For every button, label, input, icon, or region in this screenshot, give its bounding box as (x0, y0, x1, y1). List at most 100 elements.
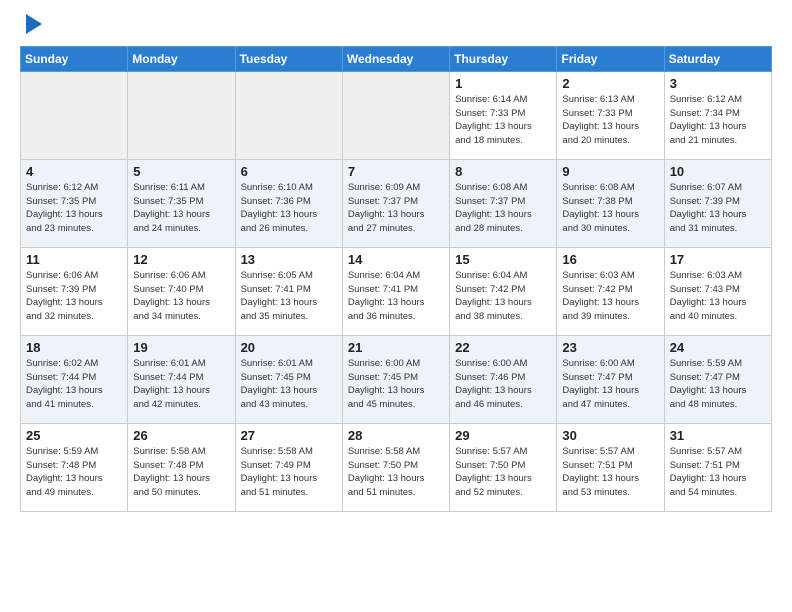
week-row-4: 18 Sunrise: 6:02 AMSunset: 7:44 PMDayligh… (21, 335, 772, 423)
calendar-cell: 22 Sunrise: 6:00 AMSunset: 7:46 PMDayligh… (450, 335, 557, 423)
calendar-cell: 21 Sunrise: 6:00 AMSunset: 7:45 PMDayligh… (342, 335, 449, 423)
calendar-cell: 29 Sunrise: 5:57 AMSunset: 7:50 PMDayligh… (450, 423, 557, 511)
day-number: 29 (455, 428, 551, 443)
day-info: Sunrise: 6:12 AMSunset: 7:35 PMDaylight:… (26, 181, 122, 236)
day-info: Sunrise: 6:03 AMSunset: 7:42 PMDaylight:… (562, 269, 658, 324)
day-info: Sunrise: 5:57 AMSunset: 7:51 PMDaylight:… (562, 445, 658, 500)
day-number: 21 (348, 340, 444, 355)
weekday-header-friday: Friday (557, 46, 664, 71)
day-info: Sunrise: 5:57 AMSunset: 7:51 PMDaylight:… (670, 445, 766, 500)
day-number: 28 (348, 428, 444, 443)
day-info: Sunrise: 6:04 AMSunset: 7:42 PMDaylight:… (455, 269, 551, 324)
day-info: Sunrise: 6:14 AMSunset: 7:33 PMDaylight:… (455, 93, 551, 148)
calendar-cell: 4 Sunrise: 6:12 AMSunset: 7:35 PMDaylight… (21, 159, 128, 247)
day-info: Sunrise: 5:59 AMSunset: 7:47 PMDaylight:… (670, 357, 766, 412)
day-number: 9 (562, 164, 658, 179)
calendar-cell: 26 Sunrise: 5:58 AMSunset: 7:48 PMDayligh… (128, 423, 235, 511)
week-row-2: 4 Sunrise: 6:12 AMSunset: 7:35 PMDaylight… (21, 159, 772, 247)
day-info: Sunrise: 6:01 AMSunset: 7:45 PMDaylight:… (241, 357, 337, 412)
calendar-cell: 27 Sunrise: 5:58 AMSunset: 7:49 PMDayligh… (235, 423, 342, 511)
calendar-table: SundayMondayTuesdayWednesdayThursdayFrid… (20, 46, 772, 512)
calendar-cell: 9 Sunrise: 6:08 AMSunset: 7:38 PMDaylight… (557, 159, 664, 247)
day-number: 18 (26, 340, 122, 355)
day-info: Sunrise: 6:04 AMSunset: 7:41 PMDaylight:… (348, 269, 444, 324)
calendar-cell: 19Sunrise: 6:01 AMSunset: 7:44 PMDayligh… (128, 335, 235, 423)
calendar-cell: 28 Sunrise: 5:58 AMSunset: 7:50 PMDayligh… (342, 423, 449, 511)
day-info: Sunrise: 5:59 AMSunset: 7:48 PMDaylight:… (26, 445, 122, 500)
day-info: Sunrise: 6:06 AMSunset: 7:40 PMDaylight:… (133, 269, 229, 324)
week-row-3: 11 Sunrise: 6:06 AMSunset: 7:39 PMDayligh… (21, 247, 772, 335)
weekday-header-sunday: Sunday (21, 46, 128, 71)
calendar-cell: 12 Sunrise: 6:06 AMSunset: 7:40 PMDayligh… (128, 247, 235, 335)
day-number: 14 (348, 252, 444, 267)
day-number: 13 (241, 252, 337, 267)
day-info: Sunrise: 6:00 AMSunset: 7:46 PMDaylight:… (455, 357, 551, 412)
day-number: 22 (455, 340, 551, 355)
weekday-header-row: SundayMondayTuesdayWednesdayThursdayFrid… (21, 46, 772, 71)
calendar-cell: 1 Sunrise: 6:14 AMSunset: 7:33 PMDaylight… (450, 71, 557, 159)
day-number: 26 (133, 428, 229, 443)
day-info: Sunrise: 6:10 AMSunset: 7:36 PMDaylight:… (241, 181, 337, 236)
weekday-header-monday: Monday (128, 46, 235, 71)
calendar-cell: 10 Sunrise: 6:07 AMSunset: 7:39 PMDayligh… (664, 159, 771, 247)
calendar-cell: 16 Sunrise: 6:03 AMSunset: 7:42 PMDayligh… (557, 247, 664, 335)
day-info: Sunrise: 5:58 AMSunset: 7:49 PMDaylight:… (241, 445, 337, 500)
calendar-cell: 8 Sunrise: 6:08 AMSunset: 7:37 PMDaylight… (450, 159, 557, 247)
day-info: Sunrise: 6:07 AMSunset: 7:39 PMDaylight:… (670, 181, 766, 236)
calendar-cell: 13 Sunrise: 6:05 AMSunset: 7:41 PMDayligh… (235, 247, 342, 335)
day-number: 12 (133, 252, 229, 267)
logo (20, 16, 42, 36)
weekday-header-thursday: Thursday (450, 46, 557, 71)
day-info: Sunrise: 5:58 AMSunset: 7:50 PMDaylight:… (348, 445, 444, 500)
day-number: 15 (455, 252, 551, 267)
week-row-1: 1 Sunrise: 6:14 AMSunset: 7:33 PMDaylight… (21, 71, 772, 159)
calendar-cell: 3Sunrise: 6:12 AMSunset: 7:34 PMDaylight… (664, 71, 771, 159)
day-number: 24 (670, 340, 766, 355)
day-number: 11 (26, 252, 122, 267)
day-info: Sunrise: 6:05 AMSunset: 7:41 PMDaylight:… (241, 269, 337, 324)
day-number: 8 (455, 164, 551, 179)
day-info: Sunrise: 6:01 AMSunset: 7:44 PMDaylight:… (133, 357, 229, 412)
logo-arrow-icon (26, 14, 42, 34)
day-number: 5 (133, 164, 229, 179)
week-row-5: 25 Sunrise: 5:59 AMSunset: 7:48 PMDayligh… (21, 423, 772, 511)
day-info: Sunrise: 6:06 AMSunset: 7:39 PMDaylight:… (26, 269, 122, 324)
day-number: 1 (455, 76, 551, 91)
day-number: 27 (241, 428, 337, 443)
day-info: Sunrise: 5:57 AMSunset: 7:50 PMDaylight:… (455, 445, 551, 500)
weekday-header-saturday: Saturday (664, 46, 771, 71)
page: SundayMondayTuesdayWednesdayThursdayFrid… (0, 0, 792, 612)
calendar-cell: 30Sunrise: 5:57 AMSunset: 7:51 PMDayligh… (557, 423, 664, 511)
calendar-cell: 14 Sunrise: 6:04 AMSunset: 7:41 PMDayligh… (342, 247, 449, 335)
calendar-cell: 15 Sunrise: 6:04 AMSunset: 7:42 PMDayligh… (450, 247, 557, 335)
day-info: Sunrise: 5:58 AMSunset: 7:48 PMDaylight:… (133, 445, 229, 500)
day-number: 4 (26, 164, 122, 179)
day-number: 16 (562, 252, 658, 267)
day-info: Sunrise: 6:11 AMSunset: 7:35 PMDaylight:… (133, 181, 229, 236)
day-number: 31 (670, 428, 766, 443)
calendar-cell: 18 Sunrise: 6:02 AMSunset: 7:44 PMDayligh… (21, 335, 128, 423)
day-number: 25 (26, 428, 122, 443)
day-number: 17 (670, 252, 766, 267)
day-info: Sunrise: 6:09 AMSunset: 7:37 PMDaylight:… (348, 181, 444, 236)
day-number: 6 (241, 164, 337, 179)
day-number: 2 (562, 76, 658, 91)
calendar-cell: 23Sunrise: 6:00 AMSunset: 7:47 PMDayligh… (557, 335, 664, 423)
calendar-cell: 20Sunrise: 6:01 AMSunset: 7:45 PMDayligh… (235, 335, 342, 423)
day-number: 10 (670, 164, 766, 179)
day-info: Sunrise: 6:08 AMSunset: 7:38 PMDaylight:… (562, 181, 658, 236)
day-info: Sunrise: 6:02 AMSunset: 7:44 PMDaylight:… (26, 357, 122, 412)
calendar-cell: 11 Sunrise: 6:06 AMSunset: 7:39 PMDayligh… (21, 247, 128, 335)
calendar-cell: 5 Sunrise: 6:11 AMSunset: 7:35 PMDaylight… (128, 159, 235, 247)
day-info: Sunrise: 6:00 AMSunset: 7:47 PMDaylight:… (562, 357, 658, 412)
header (20, 16, 772, 36)
day-info: Sunrise: 6:00 AMSunset: 7:45 PMDaylight:… (348, 357, 444, 412)
day-info: Sunrise: 6:03 AMSunset: 7:43 PMDaylight:… (670, 269, 766, 324)
calendar-cell (342, 71, 449, 159)
calendar-cell (128, 71, 235, 159)
weekday-header-tuesday: Tuesday (235, 46, 342, 71)
calendar-cell: 24 Sunrise: 5:59 AMSunset: 7:47 PMDayligh… (664, 335, 771, 423)
calendar-cell: 7Sunrise: 6:09 AMSunset: 7:37 PMDaylight… (342, 159, 449, 247)
day-info: Sunrise: 6:08 AMSunset: 7:37 PMDaylight:… (455, 181, 551, 236)
day-info: Sunrise: 6:12 AMSunset: 7:34 PMDaylight:… (670, 93, 766, 148)
